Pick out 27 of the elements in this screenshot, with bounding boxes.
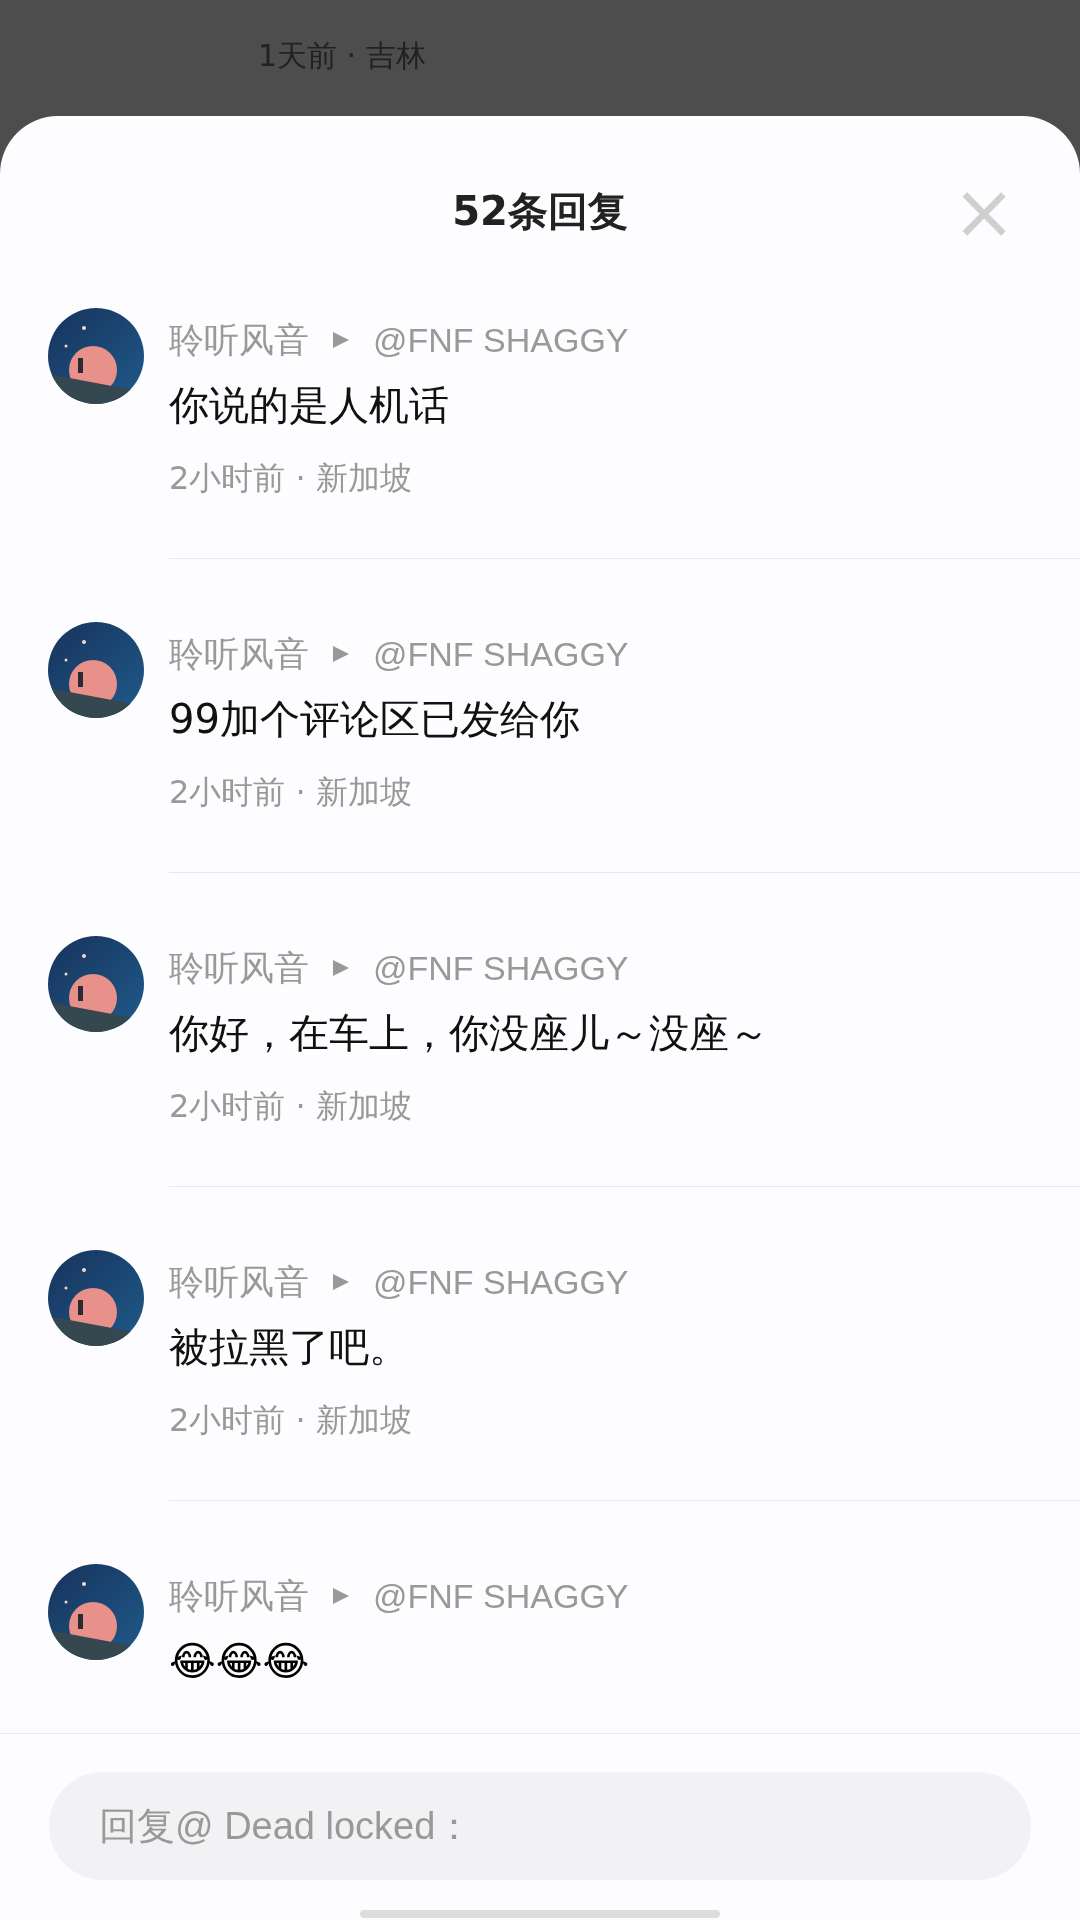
- reply-target[interactable]: @FNF SHAGGY: [373, 948, 629, 988]
- reply-target[interactable]: @FNF SHAGGY: [373, 634, 629, 674]
- comment-text: 😂😂😂: [169, 1637, 310, 1686]
- comment-text: 你说的是人机话: [169, 381, 450, 430]
- reply-target[interactable]: @FNF SHAGGY: [373, 320, 629, 360]
- comment-meta: 2小时前 · 新加坡: [169, 1400, 413, 1440]
- comment-author[interactable]: 聆听风音: [169, 316, 309, 364]
- reply-arrow-icon: [331, 330, 351, 350]
- comment-author[interactable]: 聆听风音: [169, 630, 309, 678]
- comment-text: 99加个评论区已发给你: [169, 695, 581, 744]
- comment-meta: 2小时前 · 新加坡: [169, 458, 413, 498]
- comment-text: 你好，在车上，你没座儿～没座～: [169, 1009, 770, 1058]
- comment-author[interactable]: 聆听风音: [169, 1258, 309, 1306]
- reply-target[interactable]: @FNF SHAGGY: [373, 1576, 629, 1616]
- reply-field[interactable]: 回复@ Dead locked：: [49, 1772, 1031, 1880]
- sheet-title: 52条回复: [452, 186, 628, 236]
- reply-target[interactable]: @FNF SHAGGY: [373, 1262, 629, 1302]
- reply-arrow-icon: [331, 1272, 351, 1292]
- comment-author[interactable]: 聆听风音: [169, 944, 309, 992]
- reply-arrow-icon: [331, 1586, 351, 1606]
- reply-arrow-icon: [331, 958, 351, 978]
- comment-meta: 2小时前 · 新加坡: [169, 772, 413, 812]
- reply-arrow-icon: [331, 644, 351, 664]
- close-button[interactable]: ×: [952, 174, 1016, 250]
- comment-text: 被拉黑了吧。: [169, 1323, 410, 1372]
- comment-meta: 2小时前 · 新加坡: [169, 1086, 413, 1126]
- comment-author[interactable]: 聆听风音: [169, 1572, 309, 1620]
